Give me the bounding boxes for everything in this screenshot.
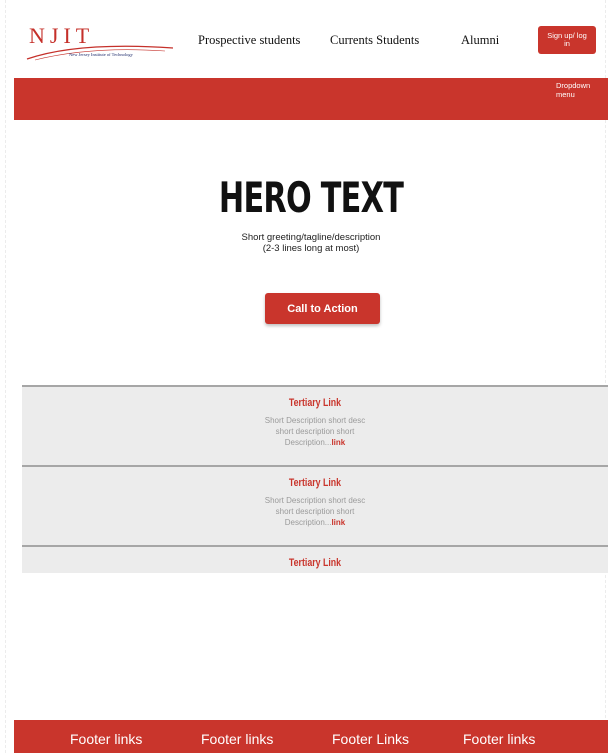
footer-link[interactable]: Footer Links bbox=[332, 731, 409, 747]
tertiary-description-line: Description...link bbox=[22, 517, 608, 528]
tertiary-description-line: short description short bbox=[275, 507, 355, 516]
logo-subtitle: New Jersey Institute of Technology bbox=[69, 52, 133, 57]
dropdown-menu[interactable]: Dropdown menu bbox=[556, 81, 596, 99]
tertiary-description-line: Short Description short desc bbox=[264, 496, 366, 505]
hero-title: HERO TEXT bbox=[218, 173, 404, 222]
page-edge-left bbox=[5, 0, 6, 753]
tertiary-more-link[interactable]: link bbox=[331, 518, 345, 527]
tertiary-description: Short Description short desc short descr… bbox=[22, 495, 608, 528]
hero-description: Short greeting/tagline/description (2-3 … bbox=[14, 232, 608, 254]
footer-link[interactable]: Footer links bbox=[201, 731, 273, 747]
footer-link[interactable]: Footer links bbox=[463, 731, 535, 747]
top-navigation: NJIT New Jersey Institute of Technology … bbox=[0, 0, 608, 76]
nav-alumni[interactable]: Alumni bbox=[461, 33, 499, 48]
tertiary-description: Short Description short desc short descr… bbox=[22, 415, 608, 448]
tertiary-description-tail: Description... bbox=[284, 518, 332, 527]
tertiary-link[interactable]: Tertiary Link bbox=[81, 397, 550, 409]
tertiary-link[interactable]: Tertiary Link bbox=[81, 477, 550, 489]
tertiary-card: Tertiary Link Short Description short de… bbox=[22, 465, 608, 545]
call-to-action-button[interactable]: Call to Action bbox=[265, 293, 380, 324]
nav-current-students[interactable]: Currents Students bbox=[330, 33, 419, 48]
footer-bar: Footer links Footer links Footer Links F… bbox=[14, 720, 608, 753]
tertiary-card: Tertiary Link Short Description short de… bbox=[22, 385, 608, 465]
footer-link[interactable]: Footer links bbox=[70, 731, 142, 747]
signup-login-label: Sign up/ log in bbox=[547, 31, 587, 48]
signup-login-button[interactable]: Sign up/ log in bbox=[538, 26, 596, 54]
tertiary-description-line: short description short bbox=[275, 427, 355, 436]
secondary-nav-bar: Dropdown menu bbox=[14, 78, 608, 120]
tertiary-description-line: Short Description short desc bbox=[264, 416, 366, 425]
njit-logo[interactable]: NJIT New Jersey Institute of Technology bbox=[25, 20, 180, 66]
nav-prospective-students[interactable]: Prospective students bbox=[198, 33, 300, 48]
tertiary-link[interactable]: Tertiary Link bbox=[81, 557, 550, 569]
tertiary-description-line: Description...link bbox=[22, 437, 608, 448]
tertiary-more-link[interactable]: link bbox=[331, 438, 345, 447]
tertiary-description-tail: Description... bbox=[284, 438, 332, 447]
hero-description-line: (2-3 lines long at most) bbox=[262, 243, 360, 254]
call-to-action-label: Call to Action bbox=[287, 302, 358, 315]
hero-description-line: Short greeting/tagline/description bbox=[241, 232, 381, 243]
tertiary-card: Tertiary Link bbox=[22, 545, 608, 575]
tertiary-links-section: Tertiary Link Short Description short de… bbox=[22, 385, 608, 573]
